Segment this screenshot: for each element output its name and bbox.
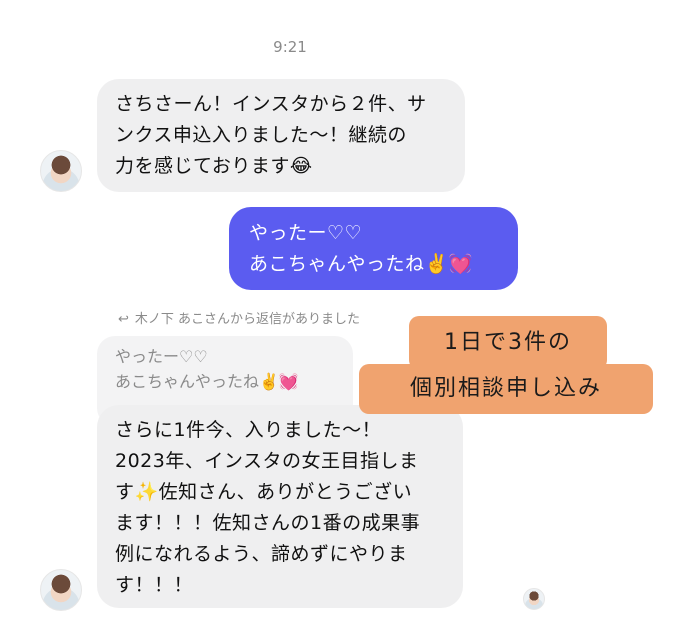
message-text-line: す！！！ — [115, 574, 194, 596]
quoted-text-line: やったー♡♡ — [115, 347, 208, 366]
message-text-line: 例になれるよう、諦めずにやりま — [115, 543, 408, 565]
message-text-line: ンクス申込入りました〜！継続の — [115, 124, 407, 146]
reply-indicator-text: 木ノ下 あこさんから返信がありました — [134, 312, 361, 327]
incoming-message-bubble[interactable]: さらに1件今、入りました〜！ 2023年、インスタの女王目指しま す✨佐知さん、… — [97, 405, 463, 608]
reply-indicator: ↩ 木ノ下 あこさんから返信がありました — [118, 308, 360, 327]
message-text-line: ます！！！佐知さんの1番の成果事 — [115, 512, 421, 534]
message-text-line: やったー♡♡ — [249, 222, 363, 244]
reply-arrow-icon: ↩ — [118, 312, 129, 327]
message-text-line: さちさーん！インスタから２件、サ — [115, 93, 427, 115]
message-text-line: さらに1件今、入りました〜！ — [115, 419, 382, 441]
message-text-line: 力を感じております😂 — [115, 155, 313, 177]
read-receipt-avatar — [523, 588, 545, 610]
quoted-text-line: あこちゃんやったね✌️💓 — [115, 372, 299, 391]
message-text-line: す✨佐知さん、ありがとうござい — [115, 481, 413, 503]
message-timestamp: 9:21 — [273, 38, 307, 56]
incoming-message-bubble[interactable]: さちさーん！インスタから２件、サ ンクス申込入りました〜！継続の 力を感じており… — [97, 79, 465, 192]
overlay-caption-line: 個別相談申し込み — [359, 364, 653, 414]
message-text-line: あこちゃんやったね✌️💓 — [249, 253, 473, 275]
overlay-caption: 1日で3件の 個別相談申し込み — [359, 316, 653, 414]
outgoing-message-bubble[interactable]: やったー♡♡ あこちゃんやったね✌️💓 — [229, 207, 518, 290]
overlay-caption-line: 1日で3件の — [409, 316, 607, 370]
contact-avatar[interactable] — [40, 569, 82, 611]
message-text-line: 2023年、インスタの女王目指しま — [115, 450, 419, 472]
contact-avatar[interactable] — [40, 150, 82, 192]
